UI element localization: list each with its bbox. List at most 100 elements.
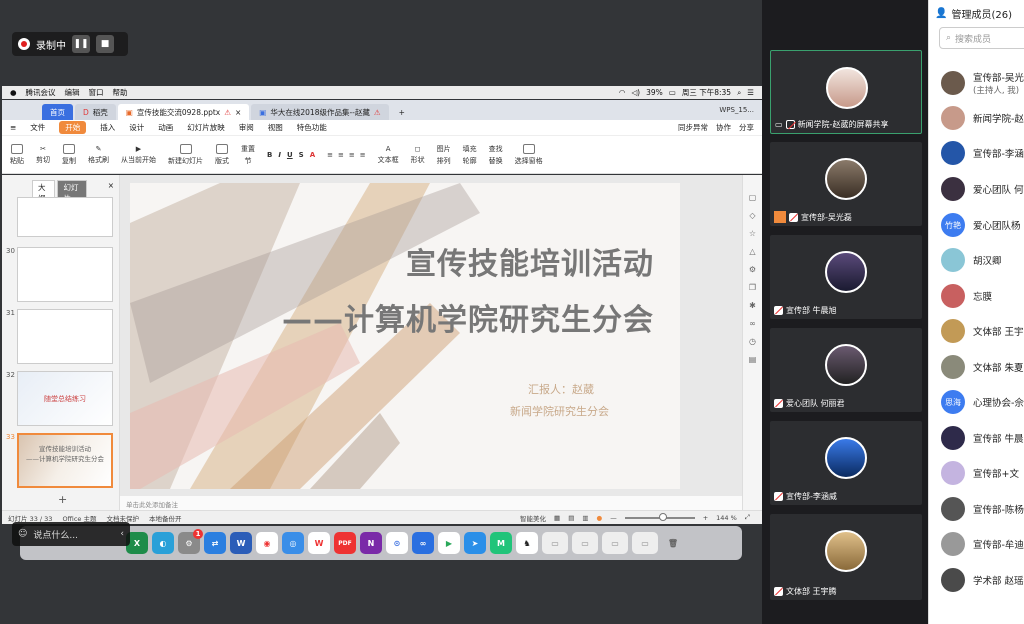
align-right-icon[interactable]: ≡ <box>349 151 355 159</box>
window-thumbnail-icon[interactable]: ▭ <box>632 532 658 554</box>
share-button[interactable]: 分享 <box>739 122 754 133</box>
slide-thumbnail-32[interactable]: 随堂总结练习 <box>17 371 113 426</box>
sync-status[interactable]: 同步异常 <box>678 122 708 133</box>
control-center-icon[interactable]: ☰ <box>747 88 754 97</box>
window-thumbnail-icon[interactable]: ▭ <box>572 532 598 554</box>
strikethrough-icon[interactable]: S <box>299 151 304 159</box>
video-tile[interactable]: 文体部 王宇腾 <box>770 514 922 600</box>
backup-status[interactable]: 本地备份开 <box>149 513 182 523</box>
bold-icon[interactable]: B <box>267 151 272 159</box>
tab-home[interactable]: 首页 <box>42 104 73 120</box>
feishu-icon[interactable]: ➤ <box>464 532 486 554</box>
zoom-in-button[interactable]: + <box>703 514 708 522</box>
fill-button[interactable]: 填充 轮廓 <box>463 144 477 166</box>
style-icon[interactable]: ◇ <box>749 211 755 220</box>
slide-thumbnail-31[interactable] <box>17 309 113 364</box>
paste-button[interactable]: 粘贴 <box>10 143 24 166</box>
shape-icon[interactable]: △ <box>749 247 755 256</box>
font-color-icon[interactable]: A <box>310 151 315 159</box>
align-left-icon[interactable]: ≡ <box>327 151 333 159</box>
close-tab-icon[interactable]: × <box>235 108 241 117</box>
play-from-current-button[interactable]: ▶ 从当前开始 <box>121 145 156 165</box>
finder-icon[interactable]: ◐ <box>152 532 174 554</box>
play-store-icon[interactable]: ▶ <box>438 532 460 554</box>
zoom-slider[interactable] <box>624 512 695 521</box>
window-thumbnail-icon[interactable]: ▭ <box>542 532 568 554</box>
member-list-item[interactable]: 宣传部-李涵 <box>941 141 1024 165</box>
trash-icon[interactable]: 🗑 <box>662 532 684 554</box>
link-icon[interactable]: ∞ <box>749 319 756 328</box>
underline-icon[interactable]: U <box>287 151 293 159</box>
teamviewer-icon[interactable]: ⇄ <box>204 532 226 554</box>
zoom-out-button[interactable]: — <box>610 514 617 522</box>
copy-icon[interactable]: ❐ <box>749 283 756 292</box>
property-icon[interactable]: ▢ <box>749 193 757 202</box>
member-search-input[interactable]: ⌕ 搜索成员 <box>939 27 1024 49</box>
shape-button[interactable]: ◻ 形状 <box>411 145 425 165</box>
layout-button[interactable]: 版式 <box>215 143 229 166</box>
notes-area[interactable]: 单击此处添加备注 <box>120 496 742 510</box>
view-grid-icon[interactable]: ▤ <box>568 514 574 522</box>
settings-icon[interactable]: ⚙ <box>749 265 756 274</box>
format-painter-button[interactable]: ✎ 格式刷 <box>88 145 109 165</box>
window-thumbnail-icon[interactable]: ▭ <box>602 532 628 554</box>
menu-edit[interactable]: 编辑 <box>65 87 80 98</box>
video-tile[interactable]: 宣传部 牛晨旭 <box>770 235 922 319</box>
align-center-icon[interactable]: ≡ <box>338 151 344 159</box>
menu-animation[interactable]: 动画 <box>158 122 173 133</box>
italic-icon[interactable]: I <box>278 151 281 159</box>
fit-window-icon[interactable]: ⤢ <box>745 513 750 522</box>
chat-input-bar[interactable]: ☺ 说点什么... ‹ <box>12 522 130 546</box>
pause-recording-button[interactable]: ❚❚ <box>72 35 90 53</box>
tencent-meeting-icon[interactable]: ∞ <box>412 532 434 554</box>
member-list-item[interactable]: 竹艳 爱心团队杨 <box>941 213 1021 237</box>
beautify-button[interactable]: 智能美化 <box>520 513 546 523</box>
member-list-item[interactable]: 宣传部-陈杨 <box>941 497 1024 521</box>
current-slide[interactable]: 宣传技能培训活动 ——计算机学院研究生分会 汇报人：赵葳 新闻学院研究生分会 <box>130 183 680 489</box>
selection-pane-button[interactable]: 选择窗格 <box>515 143 543 166</box>
spotlight-icon[interactable]: ⌕ <box>737 88 741 98</box>
backup-icon[interactable]: ▤ <box>749 355 757 364</box>
video-tile[interactable]: 宣传部-李涵威 <box>770 421 922 505</box>
member-list-item[interactable]: 思海 心理协会-佘 <box>941 390 1024 414</box>
member-list-item[interactable]: 宣传部-吴光 (主持人, 我) <box>941 70 1024 96</box>
slide-reporter[interactable]: 汇报人：赵葳 <box>528 381 594 397</box>
menu-design[interactable]: 设计 <box>129 122 144 133</box>
member-list-item[interactable]: 学术部 赵瑶 <box>941 568 1024 592</box>
slide-organization[interactable]: 新闻学院研究生分会 <box>510 403 609 419</box>
video-tile[interactable]: ▭ 新闻学院-赵葳的屏幕共享 <box>770 50 922 134</box>
justify-icon[interactable]: ≡ <box>360 151 366 159</box>
tab-document-2[interactable]: ▣ 华大在线2018级作品集--赵藏 ⚠ <box>251 104 389 120</box>
menubar-clock[interactable]: 周三 下午8:35 <box>682 87 731 98</box>
video-tile[interactable]: 宣传部-吴光磊 <box>770 142 922 226</box>
play-slideshow-icon[interactable]: ● <box>597 514 603 522</box>
qq-icon[interactable]: ♞ <box>516 532 538 554</box>
animation-icon[interactable]: ☆ <box>749 229 756 238</box>
menu-help[interactable]: 帮助 <box>113 87 128 98</box>
baidu-netdisk-icon[interactable]: ⊙ <box>386 532 408 554</box>
member-list-item[interactable]: 宣传部 牛晨 <box>941 426 1024 450</box>
collapse-chat-icon[interactable]: ‹ <box>120 529 124 539</box>
view-normal-icon[interactable]: ▦ <box>554 514 560 522</box>
volume-icon[interactable]: ◁) <box>631 88 640 97</box>
member-list-item[interactable]: 爱心团队 何 <box>941 177 1024 201</box>
slide-title[interactable]: 宣传技能培训活动 <box>406 239 654 283</box>
tab-document-pptx[interactable]: ▣ 宣传技能交流0928.pptx ⚠ × <box>117 104 250 120</box>
menu-slideshow[interactable]: 幻灯片放映 <box>187 122 225 133</box>
section-button[interactable]: 重置节 <box>241 144 255 166</box>
safari-icon[interactable]: ◎ <box>282 532 304 554</box>
chrome-icon[interactable]: ◉ <box>256 532 278 554</box>
onenote-icon[interactable]: N <box>360 532 382 554</box>
system-preferences-icon[interactable]: ⚙ 1 <box>178 529 203 554</box>
zoom-level[interactable]: 144 % <box>716 514 737 522</box>
wifi-icon[interactable]: ◠ <box>619 88 626 97</box>
textbox-button[interactable]: A 文本框 <box>378 145 399 165</box>
menu-file[interactable]: 文件 <box>30 122 45 133</box>
battery-icon[interactable]: ▭ <box>669 88 676 97</box>
new-slide-button[interactable]: 新建幻灯片 <box>168 143 203 166</box>
slide-thumbnail-30[interactable] <box>17 247 113 302</box>
menu-start[interactable]: 开始 <box>59 121 87 134</box>
emoji-icon[interactable]: ☺ <box>18 529 27 539</box>
font-controls[interactable]: BIUSA <box>267 151 315 159</box>
stop-recording-button[interactable]: ■ <box>96 35 114 53</box>
